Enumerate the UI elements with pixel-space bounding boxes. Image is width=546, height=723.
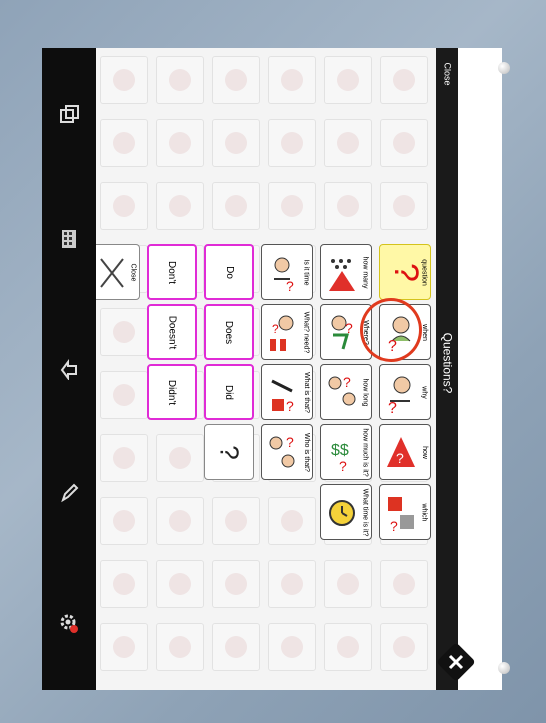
background-tile (212, 623, 260, 671)
highlight-ring (360, 298, 422, 362)
dialog-title-bar: Close Questions? (436, 48, 458, 690)
svg-text:$$: $$ (331, 442, 349, 459)
svg-text:?: ? (345, 320, 353, 336)
tile-dont[interactable]: Don't (147, 244, 197, 300)
pin (498, 62, 510, 74)
background-tile (380, 119, 428, 167)
tile-what-need[interactable]: ? What? need? (261, 304, 313, 360)
app-screen: ? question ? when ? why ? how ? which ho… (96, 48, 436, 690)
svg-text:?: ? (343, 374, 351, 390)
background-tile (156, 182, 204, 230)
tile-doesnt[interactable]: Doesn't (147, 304, 197, 360)
background-tile (380, 56, 428, 104)
settings-icon[interactable] (54, 608, 84, 638)
tile-what-is-that[interactable]: ? What is that? (261, 364, 313, 420)
background-tile (212, 560, 260, 608)
background-tile (212, 182, 260, 230)
dialog-title: Questions? (440, 332, 455, 394)
background-tile (100, 119, 148, 167)
device-edge (458, 48, 502, 690)
background-tile (100, 560, 148, 608)
background-tile (268, 623, 316, 671)
tile-question-mark[interactable]: ? (204, 424, 254, 480)
tablet-frame: ? question ? when ? why ? how ? which ho… (42, 48, 502, 690)
svg-text:?: ? (272, 322, 279, 336)
svg-text:?: ? (388, 400, 397, 415)
boxes-icon: ? (388, 497, 414, 534)
background-tile (268, 182, 316, 230)
background-tile (156, 119, 204, 167)
keyboard-icon[interactable] (54, 224, 84, 254)
tile-how-long[interactable]: ? how long (320, 364, 372, 420)
background-tile (156, 56, 204, 104)
dialog-close-button[interactable]: Close (436, 52, 458, 96)
background-tile (156, 623, 204, 671)
tile-is-it-time[interactable]: ? Is it time (261, 244, 313, 300)
svg-text:?: ? (286, 398, 294, 414)
background-tile (212, 497, 260, 545)
svg-text:?: ? (390, 518, 398, 534)
tile-did[interactable]: Did (204, 364, 254, 420)
background-tile (100, 434, 148, 482)
svg-text:?: ? (286, 434, 294, 450)
background-tile (268, 119, 316, 167)
tile-close[interactable]: Close (96, 244, 140, 300)
tile-which[interactable]: ? which (379, 484, 431, 540)
background-tile (100, 623, 148, 671)
person-question-icon: ? (274, 257, 294, 294)
background-tile (268, 56, 316, 104)
people-talking-icon: ? (328, 374, 356, 406)
tile-didnt[interactable]: Didn't (147, 364, 197, 420)
svg-text:?: ? (286, 278, 294, 294)
person-items-icon: ? (270, 315, 294, 351)
pencil-icon[interactable] (54, 478, 84, 508)
background-tile (100, 56, 148, 104)
tile-who-is-that[interactable]: ? Who is that? (261, 424, 313, 480)
background-tile (100, 497, 148, 545)
close-x-icon (100, 258, 124, 288)
tile-how-much[interactable]: $$? how much is it? (320, 424, 372, 480)
background-tile (212, 56, 260, 104)
people-question-icon: ? (269, 434, 295, 468)
background-tile (212, 119, 260, 167)
tile-how-many[interactable]: how many (320, 244, 372, 300)
background-tile (100, 182, 148, 230)
svg-text:?: ? (396, 450, 404, 466)
background-tile (324, 182, 372, 230)
money-icon: $$? (331, 442, 349, 474)
tile-do[interactable]: Do (204, 244, 254, 300)
svg-text:?: ? (339, 458, 347, 474)
background-tile (268, 497, 316, 545)
background-tile (380, 623, 428, 671)
background-tile (268, 560, 316, 608)
background-tile (324, 119, 372, 167)
red-triangle-icon: ? (387, 437, 415, 467)
pin (498, 662, 510, 674)
background-tile (156, 560, 204, 608)
copy-icon[interactable] (54, 100, 84, 130)
app-toolbar (42, 48, 96, 690)
background-tile (100, 308, 148, 356)
person-pointing-object-icon: ? (271, 379, 294, 414)
background-tile (380, 182, 428, 230)
tile-why[interactable]: ? why (379, 364, 431, 420)
background-tile (156, 434, 204, 482)
person-pointing-icon: ? (388, 376, 411, 415)
dots-question-icon (329, 259, 355, 291)
background-tile (380, 560, 428, 608)
tile-does[interactable]: Does (204, 304, 254, 360)
share-icon[interactable] (54, 354, 84, 384)
background-tile (324, 623, 372, 671)
background-tile (100, 371, 148, 419)
tile-how[interactable]: ? how (379, 424, 431, 480)
background-tile (156, 497, 204, 545)
tile-question[interactable]: ? question (379, 244, 431, 300)
background-tile (324, 56, 372, 104)
clock-icon (329, 500, 355, 526)
person-walking-icon: ? (331, 315, 353, 350)
background-tile (324, 560, 372, 608)
tile-what-time[interactable]: What time is it? (320, 484, 372, 540)
